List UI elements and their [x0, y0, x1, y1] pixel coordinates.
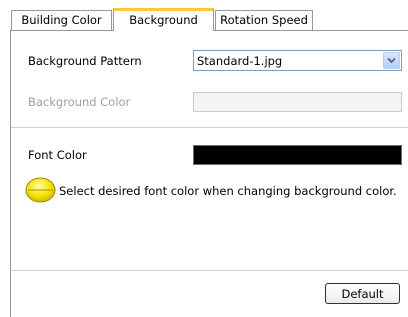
tab-background-label: Background — [129, 13, 198, 28]
hint-text: Select desired font color when changing … — [59, 184, 397, 198]
background-tab-panel — [10, 30, 408, 317]
footer-divider — [11, 270, 408, 271]
background-color-field — [193, 92, 402, 112]
font-color-swatch[interactable] — [193, 145, 402, 165]
tab-background[interactable]: Background — [113, 8, 214, 31]
tab-strip: Building Color Background Rotation Speed — [0, 0, 408, 32]
yellow-circle-icon — [25, 177, 56, 203]
tab-rotation-speed-label: Rotation Speed — [220, 12, 308, 27]
tab-building-color[interactable]: Building Color — [11, 10, 112, 30]
default-button-label: Default — [341, 286, 384, 301]
tab-building-color-label: Building Color — [21, 12, 102, 27]
font-color-label: Font Color — [28, 148, 87, 162]
chevron-down-icon[interactable] — [383, 52, 400, 69]
tab-rotation-speed[interactable]: Rotation Speed — [215, 10, 313, 30]
background-pattern-label: Background Pattern — [28, 54, 142, 68]
section-divider — [11, 127, 408, 128]
background-color-label: Background Color — [28, 95, 131, 109]
background-pattern-value: Standard-1.jpg — [197, 54, 283, 68]
default-button[interactable]: Default — [325, 283, 400, 304]
background-pattern-select[interactable]: Standard-1.jpg — [193, 50, 402, 71]
settings-dialog: Building Color Background Rotation Speed… — [0, 0, 408, 317]
